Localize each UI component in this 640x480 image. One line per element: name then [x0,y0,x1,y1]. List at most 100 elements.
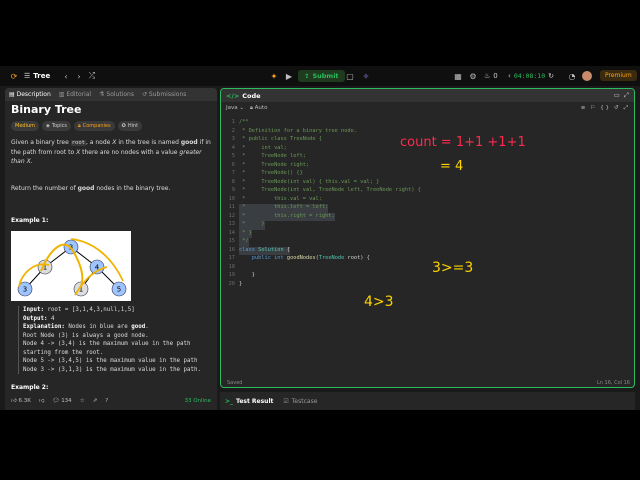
code-line[interactable]: 15 */ [221,238,634,247]
explanation-line: starting from the root. [23,349,104,356]
explanation-line: Node 5 -> (3,4,5) is the maximum value i… [23,358,198,364]
example-explanation: Explanation: Nodes in blue are good. [23,323,216,332]
streak-count: 0 [493,72,498,80]
maximize-icon[interactable]: ⤢ [624,91,629,100]
tab-solutions[interactable]: ⚗ Solutions [99,91,134,98]
example-1-label: Example 1: [11,217,49,224]
input-label: Input: [23,307,44,313]
code-line[interactable]: 16 class Solution { [221,246,634,255]
lock-icon: 🔒︎ [78,123,81,129]
panel-controls: ▭ ⤢ [614,91,634,100]
hint-chip[interactable]: ✪ Hint [117,121,143,131]
language-select[interactable]: Java ⌄ [226,105,244,111]
layout-icon[interactable]: ▦ [452,70,464,82]
tab-testcase[interactable]: ☑ Testcase [283,398,317,405]
premium-button[interactable]: Premium [600,70,637,81]
code-line[interactable]: 8 * TreeNode(int val) { this.val = val; … [221,178,634,188]
reset-icon[interactable]: ↺ [614,105,619,112]
code-line[interactable]: 20} [221,281,634,290]
tab-test-result[interactable]: >_ Test Result [225,398,273,405]
fire-streak[interactable]: ♨ 0 [484,72,498,80]
desc-var: X [112,139,117,146]
tab-submissions[interactable]: ↺ Submissions [142,91,186,98]
dislike-icon[interactable]: 👎︎ [39,398,45,404]
tree-node-label: 3 [23,286,27,294]
timer-prev-icon: ‹ [508,72,511,80]
terminal-icon: >_ [225,397,234,405]
submit-button[interactable]: ⇪ Submit [298,70,345,82]
avatar[interactable] [582,71,592,81]
debug-icon[interactable]: ✦ [268,70,280,82]
desc-text: Given a binary tree [11,139,69,146]
line-number: 19 [228,272,235,278]
code-line[interactable]: 19 } [221,272,634,281]
timer-control[interactable]: ‹ 04:08:10 ↻ [508,72,554,80]
code-line[interactable]: 18 [221,264,634,273]
comments-button[interactable]: 💬︎ 134 [52,398,71,404]
tab-editorial[interactable]: ▥ Editorial [59,91,91,98]
format-icon[interactable]: ≡ [581,105,586,112]
tree-node-label: 5 [117,286,121,294]
code-line[interactable]: 11 * this.left = left; [221,204,634,213]
like-button[interactable]: 👍︎ 6.3K [11,398,31,404]
return-text: Return the number of [11,185,76,192]
line-number: 2 [231,127,235,134]
code-line[interactable]: 4 * int val; [221,144,634,154]
difficulty-badge: Medium [11,121,39,131]
code-line[interactable]: 7 * TreeNode() {} [221,170,634,179]
run-icon[interactable]: ▶ [283,70,295,82]
leetcode-logo-icon[interactable]: ⟳ [8,70,20,82]
code-line[interactable]: 3 * public class TreeNode { [221,136,634,145]
tag-icon: ◈ [46,123,50,129]
tab-description[interactable]: ▤ Description [9,91,51,98]
code-text: * public class TreeNode { [239,136,322,142]
topics-chip[interactable]: ◈ Topics [42,121,72,131]
code-line[interactable]: 17 public int goodNodes(TreeNode root) { [221,255,634,264]
problem-return: Return the number of good nodes in the b… [11,185,170,192]
desc-text: in the tree is named [118,139,179,146]
next-problem-icon[interactable]: › [73,70,85,82]
ai-assist-icon[interactable]: ✧ [360,70,372,82]
explanation-line: Node 3 -> (3,1,3) is the maximum value i… [23,366,201,373]
bookmark-icon[interactable]: ⚐ [590,105,595,112]
share-icon[interactable]: ⇗ [93,398,98,404]
line-number: 11 [228,204,235,210]
code-line[interactable]: 6 * TreeNode right; [221,162,634,171]
auto-mode-toggle[interactable]: 🔒︎ Auto [250,105,267,112]
code-line[interactable]: 9 * TreeNode(int val, TreeNode left, Tre… [221,187,634,196]
problem-list-link[interactable]: ☰ Tree [24,72,50,80]
desc-code: root [70,140,86,146]
fullscreen-icon[interactable]: ⤢ [624,105,628,112]
code-line[interactable]: 14 * } [221,229,634,238]
code-editor[interactable]: 1 /** 2 * Definition for a binary tree nod… [221,119,634,369]
code-line[interactable]: 2 * Definition for a binary tree node. [221,127,634,137]
minimize-icon[interactable]: ▭ [614,91,620,100]
description-panel: ▤ Description ▥ Editorial ⚗ Solutions ↺ … [5,88,217,410]
like-count: 6.3K [18,398,31,404]
brackets-icon[interactable]: { } [600,105,609,112]
line-number: 8 [231,178,235,185]
notifications-icon[interactable]: ◔ [566,70,578,82]
prev-problem-icon[interactable]: ‹ [60,70,72,82]
leetcode-app: ⟳ ☰ Tree ‹ › ⤮ ✦ ▶ ⇪ Submit ▢ ✧ ▦ ⚙ ♨ 0 … [0,66,640,410]
code-line[interactable]: 1 /** [221,119,634,128]
line-number: 4 [231,144,235,151]
notes-icon[interactable]: ▢ [344,70,356,82]
timer-reset-icon: ↻ [548,72,554,80]
line-number: 15 [228,238,235,244]
companies-label: Companies [82,123,111,129]
help-icon[interactable]: ? [105,398,108,404]
companies-chip[interactable]: 🔒︎ Companies [74,121,115,131]
code-text: * TreeNode(int val, TreeNode left, TreeN… [239,187,421,193]
code-text: * this.right = right; [239,212,335,221]
comment-count: 134 [61,398,72,404]
code-line[interactable]: 10 * this.val = val; [221,196,634,205]
shuffle-icon[interactable]: ⤮ [86,70,98,82]
desc-text: there are no nodes with a value [82,149,178,156]
settings-icon[interactable]: ⚙ [467,70,479,82]
code-line[interactable]: 5 * TreeNode left; [221,153,634,162]
top-nav: ⟳ ☰ Tree ‹ › ⤮ ✦ ▶ ⇪ Submit ▢ ✧ ▦ ⚙ ♨ 0 … [0,66,640,86]
code-line[interactable]: 13 * } [221,221,634,230]
code-line[interactable]: 12 * this.right = right; [221,212,634,221]
bookmark-icon[interactable]: ☆ [80,398,85,404]
